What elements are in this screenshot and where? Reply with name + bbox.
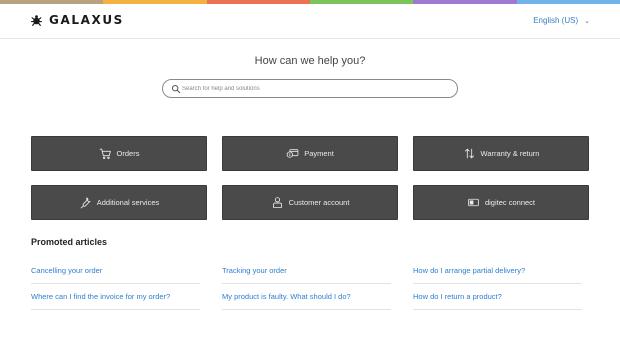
promoted-articles-heading: Promoted articles — [31, 237, 108, 247]
article-link[interactable]: Where can I find the invoice for my orde… — [31, 284, 200, 310]
tile-label: Additional services — [96, 198, 160, 207]
site-header: GALAXUS English (US) ⌄ — [0, 4, 620, 39]
tile-label: Customer account — [288, 198, 350, 207]
language-selector[interactable]: English (US) ⌄ — [533, 16, 590, 25]
wrench-icon — [80, 197, 91, 209]
tile-label: Orders — [116, 149, 140, 158]
logo[interactable]: GALAXUS — [30, 13, 124, 27]
search-box[interactable] — [162, 79, 458, 98]
promoted-articles-list: Cancelling your order Tracking your orde… — [31, 258, 589, 310]
article-link[interactable]: My product is faulty. What should I do? — [222, 284, 391, 310]
category-tile-customer-account[interactable]: Customer account — [222, 185, 398, 220]
search-icon — [171, 84, 181, 94]
language-label: English (US) — [533, 16, 579, 25]
category-tile-digitec-connect[interactable]: digitec connect — [413, 185, 589, 220]
tile-label: Warranty & return — [480, 149, 540, 158]
tile-label: Payment — [304, 149, 334, 158]
category-tile-warranty-return[interactable]: Warranty & return — [413, 136, 589, 171]
help-categories: Orders Payment Warranty & return Additio… — [31, 136, 589, 220]
sim-card-icon — [468, 198, 479, 207]
search-input[interactable] — [182, 82, 452, 96]
article-link[interactable]: Cancelling your order — [31, 258, 200, 284]
article-link[interactable]: How do I arrange partial delivery? — [413, 258, 582, 284]
user-icon — [272, 197, 282, 208]
brand-name: GALAXUS — [49, 13, 124, 27]
category-tile-payment[interactable]: Payment — [222, 136, 398, 171]
arrows-updown-icon — [464, 148, 474, 159]
page-title: How can we help you? — [254, 55, 366, 67]
tile-label: digitec connect — [484, 198, 536, 207]
article-link[interactable]: How do I return a product? — [413, 284, 582, 310]
galaxus-logo-icon — [31, 14, 42, 26]
article-link[interactable]: Tracking your order — [222, 258, 391, 284]
category-tile-additional-services[interactable]: Additional services — [31, 185, 207, 220]
payment-icon — [286, 149, 299, 158]
chevron-down-icon: ⌄ — [584, 17, 590, 25]
cart-icon — [99, 148, 111, 160]
category-tile-orders[interactable]: Orders — [31, 136, 207, 171]
